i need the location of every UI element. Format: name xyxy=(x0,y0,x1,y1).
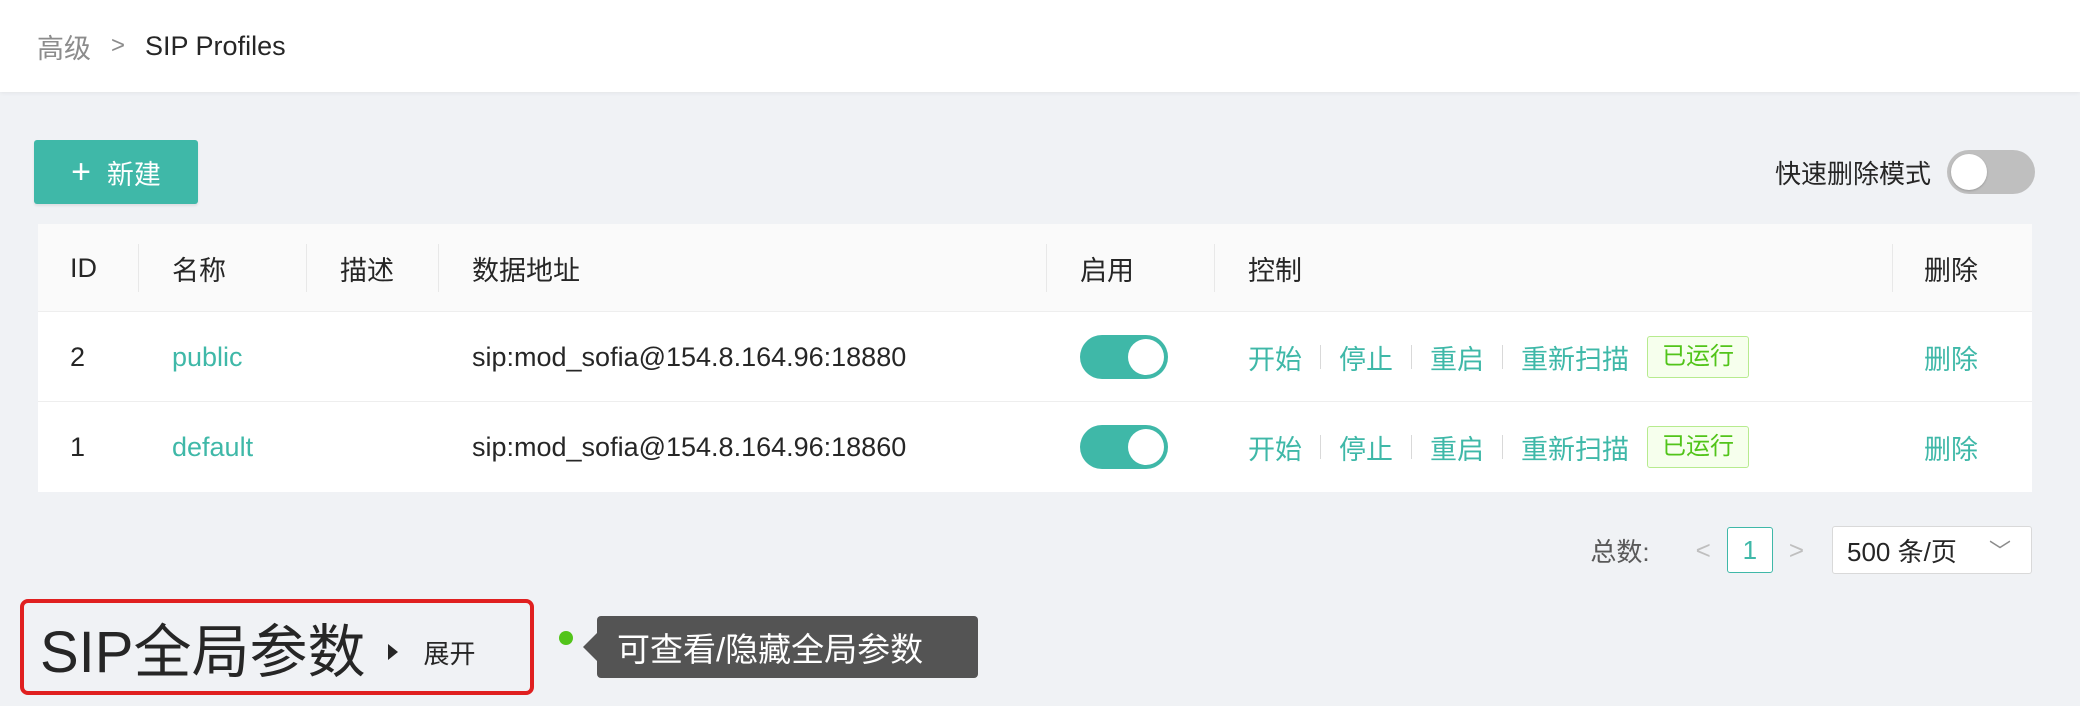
cell-enabled xyxy=(1080,402,1168,492)
column-header-description: 描述 xyxy=(340,255,394,286)
global-params-title: SIP全局参数 xyxy=(40,620,366,685)
top-bar: 高级 > SIP Profiles xyxy=(0,0,2080,92)
sip-profiles-table: ID 名称 描述 数据地址 启用 控制 删除 2 public sip:mod_… xyxy=(38,224,2032,492)
column-header-id: ID xyxy=(70,252,97,283)
breadcrumb-parent[interactable]: 高级 xyxy=(37,27,91,66)
restart-link[interactable]: 重启 xyxy=(1430,428,1484,467)
column-divider xyxy=(438,244,439,292)
table-row: 2 public sip:mod_sofia@154.8.164.96:1888… xyxy=(38,312,2032,402)
toggle-knob xyxy=(1128,429,1164,465)
quick-delete-mode: 快速删除模式 xyxy=(1775,150,2035,194)
column-divider xyxy=(1214,244,1215,292)
action-divider xyxy=(1502,345,1503,369)
action-divider xyxy=(1411,345,1412,369)
delete-link[interactable]: 删除 xyxy=(1924,402,1978,492)
plus-icon: + xyxy=(71,153,91,191)
table-row: 1 default sip:mod_sofia@154.8.164.96:188… xyxy=(38,402,2032,492)
pagination: 总数: < 1 > 500 条/页 ﹀ xyxy=(1590,526,2032,574)
global-params-section: SIP全局参数 展开 xyxy=(20,599,534,695)
table-header: ID 名称 描述 数据地址 启用 控制 删除 xyxy=(38,224,2032,312)
column-header-delete: 删除 xyxy=(1924,255,1978,286)
page-size-value: 500 条/页 xyxy=(1847,536,1957,567)
column-header-enabled: 启用 xyxy=(1080,255,1134,286)
start-link[interactable]: 开始 xyxy=(1248,338,1302,377)
control-actions: 开始 停止 重启 重新扫描 已运行 xyxy=(1248,312,1749,402)
action-divider xyxy=(1320,345,1321,369)
cell-id: 1 xyxy=(70,431,86,462)
profile-name-link[interactable]: default xyxy=(172,402,253,492)
enabled-toggle[interactable] xyxy=(1080,335,1168,379)
action-divider xyxy=(1502,435,1503,459)
rescan-link[interactable]: 重新扫描 xyxy=(1521,428,1629,467)
column-divider xyxy=(1046,244,1047,292)
restart-link[interactable]: 重启 xyxy=(1430,338,1484,377)
profile-name-link[interactable]: public xyxy=(172,312,243,402)
toggle-knob xyxy=(1951,154,1987,190)
expand-toggle[interactable]: 展开 xyxy=(387,634,476,671)
page-size-select[interactable]: 500 条/页 ﹀ xyxy=(1832,526,2032,574)
start-link[interactable]: 开始 xyxy=(1248,428,1302,467)
stop-link[interactable]: 停止 xyxy=(1339,338,1393,377)
enabled-toggle[interactable] xyxy=(1080,425,1168,469)
status-badge: 已运行 xyxy=(1647,336,1749,378)
new-button-label: 新建 xyxy=(106,159,161,190)
column-divider xyxy=(138,244,139,292)
quick-delete-toggle[interactable] xyxy=(1947,150,2035,194)
column-header-name: 名称 xyxy=(172,255,226,286)
column-header-control: 控制 xyxy=(1248,255,1302,286)
quick-delete-label: 快速删除模式 xyxy=(1774,158,1931,189)
column-header-address: 数据地址 xyxy=(472,255,580,286)
total-label: 总数: xyxy=(1590,536,1650,567)
cell-address: sip:mod_sofia@154.8.164.96:18860 xyxy=(472,431,907,462)
delete-link[interactable]: 删除 xyxy=(1924,312,1978,402)
action-divider xyxy=(1320,435,1321,459)
control-actions: 开始 停止 重启 重新扫描 已运行 xyxy=(1248,402,1749,492)
column-divider xyxy=(1892,244,1893,292)
column-divider xyxy=(306,244,307,292)
stop-link[interactable]: 停止 xyxy=(1339,428,1393,467)
page-number-button[interactable]: 1 xyxy=(1726,527,1773,573)
chevron-right-icon[interactable]: > xyxy=(1789,535,1804,566)
new-button[interactable]: + 新建 xyxy=(34,140,198,204)
status-badge: 已运行 xyxy=(1647,426,1749,468)
expand-label: 展开 xyxy=(423,638,476,669)
cell-enabled xyxy=(1080,312,1168,402)
cell-id: 2 xyxy=(70,341,86,372)
chevron-down-icon: ﹀ xyxy=(1988,539,2011,564)
cell-address: sip:mod_sofia@154.8.164.96:18880 xyxy=(472,341,907,372)
chevron-left-icon[interactable]: < xyxy=(1696,535,1711,566)
tooltip-text: 可查看/隐藏全局参数 xyxy=(617,631,924,668)
hint-dot-icon xyxy=(559,631,573,645)
action-divider xyxy=(1411,435,1412,459)
rescan-link[interactable]: 重新扫描 xyxy=(1521,338,1629,377)
breadcrumb-separator: > xyxy=(111,32,126,59)
caret-right-icon xyxy=(387,644,398,660)
tooltip: 可查看/隐藏全局参数 xyxy=(583,616,978,678)
toggle-knob xyxy=(1128,339,1164,375)
breadcrumb-current: SIP Profiles xyxy=(145,30,286,61)
